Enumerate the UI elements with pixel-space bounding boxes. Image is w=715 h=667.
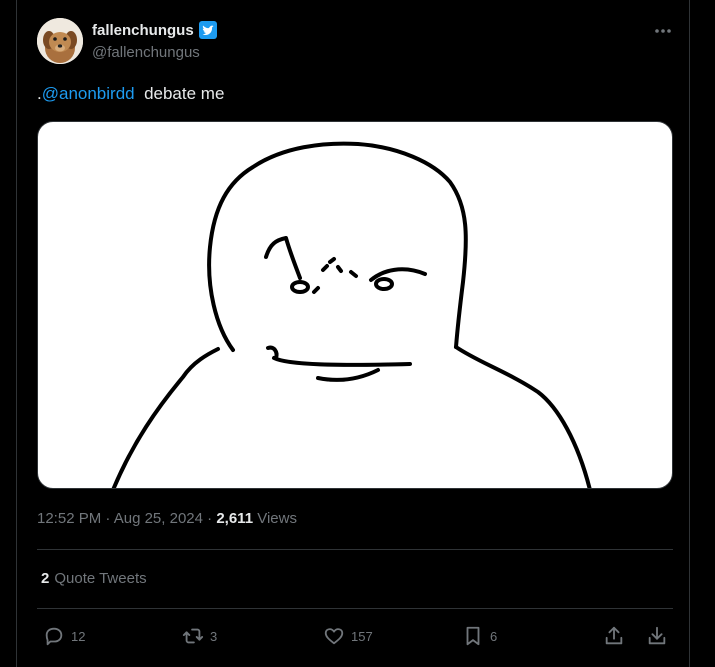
reply-icon <box>45 627 63 646</box>
reply-count: 12 <box>71 628 86 644</box>
dog-avatar-image <box>37 18 83 64</box>
share-button[interactable] <box>603 622 625 650</box>
tweet-date[interactable]: Aug 25, 2024 <box>114 510 203 527</box>
like-count: 157 <box>351 628 373 644</box>
action-bar: 12 3 157 6 <box>37 622 673 650</box>
like-button[interactable]: 157 <box>323 622 373 650</box>
bookmark-icon <box>466 626 480 646</box>
author-display-name[interactable]: fallenchungus <box>92 22 194 39</box>
mention-link[interactable]: @anonbirdd <box>42 84 135 103</box>
quote-tweets-link[interactable]: 2 Quote Tweets <box>41 570 147 587</box>
meta-separator: · <box>101 510 114 527</box>
avatar[interactable] <box>37 18 83 64</box>
divider <box>37 549 673 550</box>
tweet-text: .@anonbirdd debate me <box>37 84 224 104</box>
author-handle[interactable]: @fallenchungus <box>92 44 200 61</box>
verified-badge-icon <box>198 21 217 39</box>
tweet-time[interactable]: 12:52 PM <box>37 510 101 527</box>
retweet-count: 3 <box>210 628 218 644</box>
download-button[interactable] <box>646 622 668 650</box>
retweet-button[interactable]: 3 <box>182 622 217 650</box>
tweet-meta: 12:52 PM · Aug 25, 2024 · 2,611 Views <box>37 510 297 527</box>
retweet-icon <box>182 628 204 644</box>
quote-label: Quote Tweets <box>54 570 147 587</box>
tweet-image[interactable] <box>37 121 673 489</box>
views-count: 2,611 <box>216 510 254 527</box>
divider <box>37 608 673 609</box>
more-options-icon[interactable] <box>652 22 674 40</box>
author-name-row: fallenchungus <box>92 20 218 40</box>
meta-separator-2: · <box>202 510 217 527</box>
share-icon <box>605 626 623 645</box>
quote-count: 2 <box>41 570 50 587</box>
download-icon <box>648 626 666 645</box>
reply-button[interactable]: 12 <box>43 622 85 650</box>
bookmark-button[interactable]: 6 <box>462 622 497 650</box>
wojak-drawing <box>111 141 592 488</box>
tweet-text-body: debate me <box>134 84 225 103</box>
heart-icon <box>324 628 344 645</box>
bookmark-count: 6 <box>490 628 498 644</box>
views-label: Views <box>257 510 297 527</box>
